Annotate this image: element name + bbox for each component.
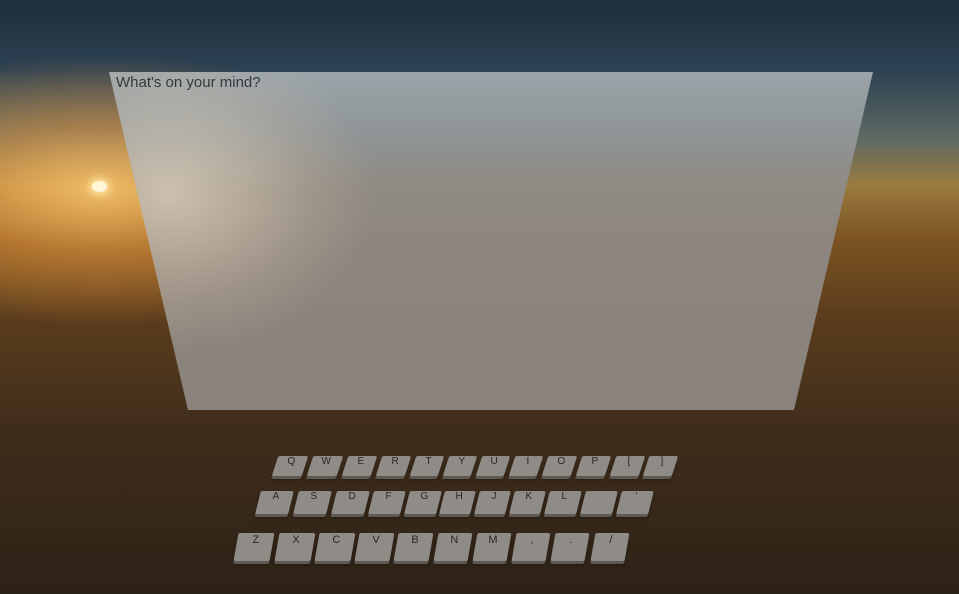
key-x[interactable]: X: [274, 533, 316, 561]
key-o[interactable]: O: [541, 456, 578, 476]
key-p[interactable]: P: [575, 456, 612, 476]
key-f[interactable]: F: [368, 491, 406, 514]
key-r[interactable]: R: [375, 456, 412, 476]
key-b[interactable]: B: [393, 533, 434, 561]
key-t[interactable]: T: [409, 456, 445, 476]
key-i[interactable]: I: [508, 456, 544, 476]
text-input-panel[interactable]: What's on your mind?: [109, 72, 873, 410]
key-g[interactable]: G: [404, 491, 442, 514]
key-h[interactable]: H: [439, 491, 476, 514]
text-input-placeholder: What's on your mind?: [116, 74, 261, 91]
key-j[interactable]: J: [474, 491, 511, 514]
key-semicolon[interactable]: [580, 491, 618, 514]
key-y[interactable]: Y: [442, 456, 478, 476]
key-apostrophe[interactable]: ': [616, 491, 654, 514]
key-period[interactable]: .: [550, 533, 590, 561]
key-a[interactable]: A: [255, 491, 294, 514]
key-slash[interactable]: /: [590, 533, 630, 561]
key-w[interactable]: W: [306, 456, 344, 476]
key-left-bracket[interactable]: [: [609, 456, 646, 476]
key-comma[interactable]: ,: [511, 533, 551, 561]
key-v[interactable]: V: [354, 533, 395, 561]
sun-glow: [92, 181, 107, 192]
key-l[interactable]: L: [544, 491, 582, 514]
key-m[interactable]: M: [472, 533, 512, 561]
key-c[interactable]: C: [314, 533, 356, 561]
key-n[interactable]: N: [433, 533, 473, 561]
key-d[interactable]: D: [331, 491, 370, 514]
key-u[interactable]: U: [475, 456, 511, 476]
key-right-bracket[interactable]: ]: [642, 456, 679, 476]
key-e[interactable]: E: [341, 456, 378, 476]
key-q[interactable]: Q: [271, 456, 309, 476]
vr-scene: What's on your mind? Q W E R T Y U I O P…: [0, 0, 959, 594]
key-z[interactable]: Z: [233, 533, 275, 561]
key-s[interactable]: S: [293, 491, 332, 514]
key-k[interactable]: K: [509, 491, 546, 514]
